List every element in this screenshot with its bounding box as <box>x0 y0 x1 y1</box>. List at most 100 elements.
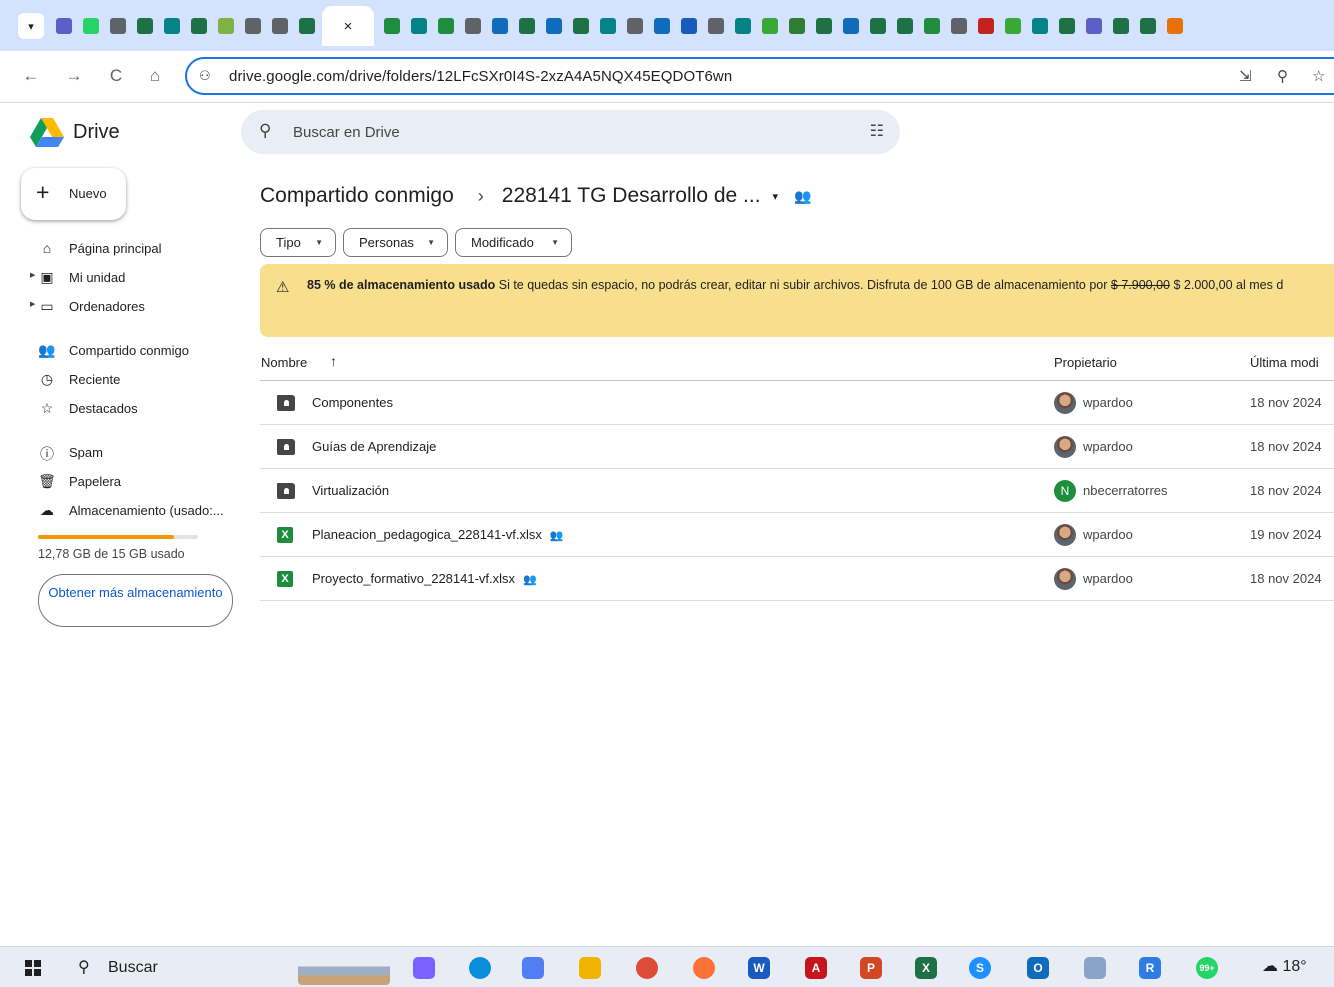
taskbar-whatsapp-icon[interactable]: 99+ <box>1196 957 1218 979</box>
forward-button[interactable]: → <box>63 65 85 87</box>
tab-favicon-icon[interactable] <box>789 18 805 34</box>
file-name[interactable]: Virtualización <box>312 483 389 498</box>
tab-favicon-icon[interactable] <box>1059 18 1075 34</box>
file-row[interactable]: Guías de Aprendizaje wpardoo 18 nov 2024 <box>260 425 1334 469</box>
taskbar-edge-icon[interactable] <box>469 957 491 979</box>
sidebar-item-4[interactable]: ◷ Reciente <box>20 366 230 394</box>
taskbar-firefox-icon[interactable] <box>693 957 715 979</box>
taskbar-r-app-icon[interactable]: R <box>1139 957 1161 979</box>
file-row[interactable]: Componentes wpardoo 18 nov 2024 <box>260 381 1334 425</box>
tab-favicon-icon[interactable] <box>519 18 535 34</box>
tab-favicon-icon[interactable] <box>816 18 832 34</box>
tab-favicon-icon[interactable] <box>1167 18 1183 34</box>
tab-favicon-icon[interactable] <box>735 18 751 34</box>
tab-favicon-icon[interactable] <box>411 18 427 34</box>
taskbar-search-icon[interactable]: ⚲ <box>78 957 90 977</box>
tab-search-menu-button[interactable]: ▾ <box>18 13 44 39</box>
folder-menu-caret-icon[interactable]: ▾ <box>773 190 779 203</box>
reload-button[interactable]: C <box>105 65 127 87</box>
tab-favicon-icon[interactable] <box>546 18 562 34</box>
tab-favicon-icon[interactable] <box>137 18 153 34</box>
tab-favicon-icon[interactable] <box>1140 18 1156 34</box>
url-text[interactable]: drive.google.com/drive/folders/12LFcSXr0… <box>229 68 732 85</box>
expand-arrow-icon[interactable]: ▶ <box>30 300 35 308</box>
filter-chip-personas[interactable]: Personas ▼ <box>343 228 448 257</box>
zoom-icon[interactable]: ⚲ <box>1277 67 1288 85</box>
tab-favicon-icon[interactable] <box>627 18 643 34</box>
site-info-icon[interactable]: ⚇ <box>199 68 211 84</box>
taskbar-acrobat-icon[interactable]: A <box>805 957 827 979</box>
sidebar-item-8[interactable]: ☁ Almacenamiento (usado:... <box>20 497 230 525</box>
get-more-storage-button[interactable]: Obtener más almacenamiento <box>38 574 233 627</box>
tab-favicon-icon[interactable] <box>1005 18 1021 34</box>
tab-favicon-icon[interactable] <box>245 18 261 34</box>
sidebar-item-2[interactable]: ▶ ▭ Ordenadores <box>20 293 230 321</box>
taskbar-skype-icon[interactable]: S <box>969 957 991 979</box>
breadcrumb-parent[interactable]: Compartido conmigo <box>260 184 454 208</box>
weather-widget[interactable]: ☁ 18° <box>1262 956 1307 976</box>
tab-favicon-icon[interactable] <box>924 18 940 34</box>
tab-favicon-icon[interactable] <box>897 18 913 34</box>
file-name[interactable]: Guías de Aprendizaje <box>312 439 436 454</box>
filter-chip-tipo[interactable]: Tipo ▼ <box>260 228 336 257</box>
sidebar-item-3[interactable]: 👥 Compartido conmigo <box>20 337 230 365</box>
install-app-icon[interactable]: ⇲ <box>1239 67 1252 85</box>
tab-favicon-icon[interactable] <box>870 18 886 34</box>
file-row[interactable]: X Planeacion_pedagogica_228141-vf.xlsx 👥 wp… <box>260 513 1334 557</box>
sidebar-item-1[interactable]: ▶ ▣ Mi unidad <box>20 264 230 292</box>
drive-app-name[interactable]: Drive <box>73 121 120 144</box>
search-icon[interactable]: ⚲ <box>259 121 271 141</box>
column-header-modified[interactable]: Última modi <box>1250 355 1319 370</box>
home-button[interactable]: ⌂ <box>144 65 166 87</box>
breadcrumb-current-folder[interactable]: 228141 TG Desarrollo de ... <box>502 184 761 208</box>
tab-favicon-icon[interactable] <box>384 18 400 34</box>
tab-favicon-icon[interactable] <box>218 18 234 34</box>
sort-ascending-icon[interactable]: ↑ <box>330 353 337 369</box>
tab-favicon-icon[interactable] <box>654 18 670 34</box>
tab-favicon-icon[interactable] <box>843 18 859 34</box>
tab-favicon-icon[interactable] <box>465 18 481 34</box>
expand-arrow-icon[interactable]: ▶ <box>30 271 35 279</box>
search-highlight-image[interactable] <box>298 951 390 985</box>
taskbar-screenshot-icon[interactable] <box>1084 957 1106 979</box>
tab-favicon-icon[interactable] <box>681 18 697 34</box>
sidebar-item-0[interactable]: ⌂ Página principal <box>20 235 230 263</box>
tab-favicon-icon[interactable] <box>164 18 180 34</box>
taskbar-word-icon[interactable]: W <box>748 957 770 979</box>
column-header-owner[interactable]: Propietario <box>1054 355 1117 370</box>
tab-favicon-icon[interactable] <box>191 18 207 34</box>
back-button[interactable]: ← <box>20 65 42 87</box>
drive-logo-icon[interactable] <box>30 117 64 147</box>
taskbar-chrome-icon[interactable] <box>636 957 658 979</box>
filter-chip-modificado[interactable]: Modificado ▼ <box>455 228 572 257</box>
search-options-icon[interactable]: ☷ <box>870 121 884 141</box>
file-row[interactable]: Virtualización Nnbecerratorres 18 nov 2024 <box>260 469 1334 513</box>
file-name[interactable]: Proyecto_formativo_228141-vf.xlsx 👥 <box>312 571 537 586</box>
file-row[interactable]: X Proyecto_formativo_228141-vf.xlsx 👥 wpard… <box>260 557 1334 601</box>
file-name[interactable]: Planeacion_pedagogica_228141-vf.xlsx 👥 <box>312 527 564 542</box>
close-tab-icon[interactable]: × <box>322 6 374 46</box>
file-name[interactable]: Componentes <box>312 395 393 410</box>
search-input[interactable]: Buscar en Drive <box>293 124 400 141</box>
taskbar-excel-icon[interactable]: X <box>915 957 937 979</box>
address-bar[interactable]: ⚇ drive.google.com/drive/folders/12LFcSX… <box>185 57 1334 95</box>
taskbar-search-label[interactable]: Buscar <box>108 959 158 977</box>
taskbar-copilot-icon[interactable] <box>413 957 435 979</box>
tab-favicon-icon[interactable] <box>110 18 126 34</box>
tab-favicon-icon[interactable] <box>762 18 778 34</box>
tab-favicon-icon[interactable] <box>56 18 72 34</box>
tab-favicon-icon[interactable] <box>299 18 315 34</box>
sidebar-item-5[interactable]: ☆ Destacados <box>20 395 230 423</box>
taskbar-photos-icon[interactable] <box>522 957 544 979</box>
tab-favicon-icon[interactable] <box>600 18 616 34</box>
bookmark-star-icon[interactable]: ☆ <box>1312 67 1325 85</box>
tab-favicon-icon[interactable] <box>708 18 724 34</box>
taskbar-outlook-icon[interactable]: O <box>1027 957 1049 979</box>
taskbar-explorer-icon[interactable] <box>579 957 601 979</box>
windows-start-icon[interactable] <box>25 960 41 976</box>
tab-favicon-icon[interactable] <box>272 18 288 34</box>
tab-favicon-icon[interactable] <box>978 18 994 34</box>
sidebar-item-6[interactable]: ⓘ Spam <box>20 439 230 467</box>
tab-favicon-icon[interactable] <box>951 18 967 34</box>
tab-favicon-icon[interactable] <box>1113 18 1129 34</box>
